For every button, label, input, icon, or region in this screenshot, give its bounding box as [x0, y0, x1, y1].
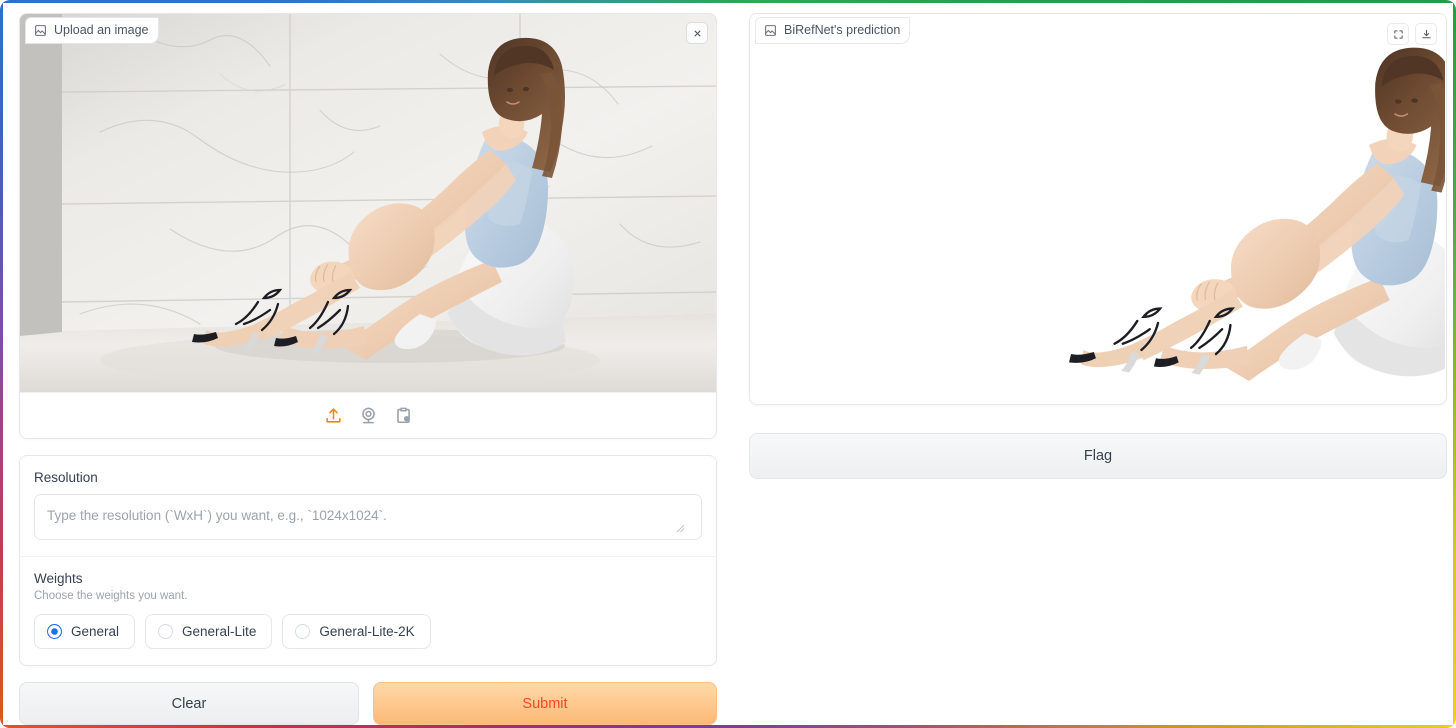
input-image-label-text: Upload an image — [54, 23, 149, 37]
weights-option-label: General — [71, 624, 120, 639]
weights-radio-group: General General-Lite General-Lite-2K — [34, 614, 702, 649]
input-image-block[interactable]: Upload an image — [19, 13, 717, 439]
weights-option-general-lite[interactable]: General-Lite — [145, 614, 273, 649]
prediction-graphic — [751, 15, 1445, 403]
flag-button[interactable]: Flag — [749, 433, 1447, 479]
image-placeholder-icon — [764, 24, 777, 37]
output-image-block[interactable]: BiRefNet's prediction — [749, 13, 1447, 405]
submit-button[interactable]: Submit — [373, 682, 717, 725]
input-column: Upload an image Resolution Type the reso… — [19, 13, 717, 725]
close-icon — [693, 29, 701, 37]
weights-option-label: General-Lite — [182, 624, 257, 639]
upload-icon[interactable] — [324, 406, 343, 425]
prediction-canvas[interactable] — [751, 15, 1445, 403]
output-image-label-text: BiRefNet's prediction — [784, 23, 901, 37]
input-photo[interactable] — [20, 14, 716, 392]
weights-field: Weights Choose the weights you want. Gen… — [20, 557, 716, 665]
settings-card: Resolution Weights Choose the weights yo… — [19, 455, 717, 666]
resolution-label: Resolution — [34, 470, 98, 485]
weights-option-label: General-Lite-2K — [319, 624, 415, 639]
output-column: BiRefNet's prediction Flag — [749, 13, 1447, 479]
radio-dot-icon — [295, 624, 311, 639]
fullscreen-icon[interactable] — [1387, 23, 1409, 45]
resolution-field: Resolution — [20, 456, 716, 556]
download-icon[interactable] — [1415, 23, 1437, 45]
clear-button[interactable]: Clear — [19, 682, 359, 725]
resolution-input[interactable] — [34, 494, 702, 540]
app-frame: Upload an image Resolution Type the reso… — [0, 0, 1456, 728]
output-image-tools — [1387, 23, 1437, 45]
radio-dot-icon — [158, 624, 174, 639]
output-image-label: BiRefNet's prediction — [756, 18, 910, 43]
action-buttons: Clear Submit — [19, 682, 717, 725]
input-image-label: Upload an image — [26, 18, 158, 43]
weights-info: Choose the weights you want. — [34, 590, 188, 602]
image-placeholder-icon — [34, 24, 47, 37]
image-toolbar — [20, 392, 716, 438]
webcam-icon[interactable] — [359, 406, 378, 425]
close-image-button[interactable] — [686, 22, 708, 44]
uploaded-photo-graphic — [20, 14, 716, 392]
weights-label: Weights — [34, 571, 83, 586]
paste-clipboard-icon[interactable] — [394, 406, 413, 425]
weights-option-general[interactable]: General — [34, 614, 136, 649]
radio-dot-icon — [47, 624, 62, 639]
weights-option-general-lite-2k[interactable]: General-Lite-2K — [282, 614, 431, 649]
